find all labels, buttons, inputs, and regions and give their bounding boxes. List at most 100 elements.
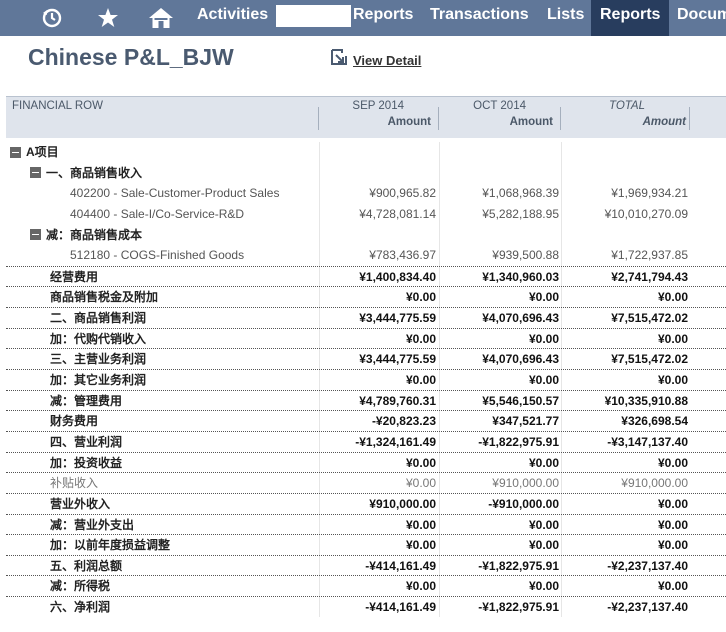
row-label-text: 一、商品销售收入 xyxy=(46,165,143,180)
row-label[interactable]: A项目 xyxy=(10,142,59,162)
row-label-text: 五、利润总额 xyxy=(50,558,123,573)
report-row: 加：投资收益 ¥0.00 ¥0.00 ¥0.00 xyxy=(6,451,726,473)
row-label-text: 减：所得税 xyxy=(50,579,111,594)
amount-total: ¥0.00 xyxy=(657,455,688,470)
view-detail-text[interactable]: View Detail xyxy=(353,53,421,68)
recent-icon[interactable] xyxy=(40,0,64,36)
home-icon[interactable] xyxy=(148,0,174,36)
nav-documents[interactable]: Docum xyxy=(677,0,726,36)
col-financial-row[interactable]: FINANCIAL ROW xyxy=(6,97,319,139)
col-financial-row-label: FINANCIAL ROW xyxy=(12,100,103,112)
row-label-text: 加：投资收益 xyxy=(50,455,123,470)
report-row: 减：所得税 ¥0.00 ¥0.00 ¥0.00 xyxy=(6,575,726,596)
report-row: 四、营业利润 -¥1,324,161.49 -¥1,822,975.91 -¥3,14… xyxy=(6,430,726,452)
amount-sep: ¥3,444,775.59 xyxy=(359,311,436,326)
amount-oct: ¥0.00 xyxy=(528,373,559,388)
amount-oct: ¥1,340,960.03 xyxy=(482,269,559,284)
amount-oct: ¥0.00 xyxy=(528,517,559,532)
report-row: 512180 - COGS-Finished Goods ¥783,436.97 ¥… xyxy=(6,245,726,266)
row-label-text: 补贴收入 xyxy=(50,476,99,491)
row-label-text: 减：营业外支出 xyxy=(50,517,135,532)
nav-reports-active[interactable]: Reports xyxy=(591,0,670,36)
col-total[interactable]: TOTAL Amount xyxy=(561,97,690,139)
collapse-icon[interactable] xyxy=(30,167,41,179)
amount-total: -¥2,237,137.40 xyxy=(607,558,688,573)
amount-oct: -¥1,822,975.91 xyxy=(478,558,559,573)
report-row: 减：管理费用 ¥4,789,760.31 ¥5,546,150.57 ¥10,335,… xyxy=(6,389,726,411)
collapse-icon[interactable] xyxy=(10,146,21,158)
report-row: 一、商品销售收入 xyxy=(6,163,726,184)
row-label: 加：投资收益 xyxy=(50,453,122,473)
amount-total: ¥1,969,934.21 xyxy=(611,186,688,201)
row-label[interactable]: 一、商品销售收入 xyxy=(30,163,142,183)
row-label: 经营费用 xyxy=(50,267,98,287)
amount-total: ¥0.00 xyxy=(657,517,688,532)
amount-oct: ¥4,070,696.43 xyxy=(482,352,559,367)
report-row: 减：营业外支出 ¥0.00 ¥0.00 ¥0.00 xyxy=(6,513,726,535)
report-header: FINANCIAL ROW SEP 2014 Amount OCT 2014 A… xyxy=(6,96,726,138)
report-row: 补贴收入 ¥0.00 ¥910,000.00 ¥910,000.00 xyxy=(6,472,726,493)
amount-sep: ¥0.00 xyxy=(405,579,436,594)
amount-sep: ¥783,436.97 xyxy=(369,248,436,263)
amount-sep: ¥0.00 xyxy=(405,331,436,346)
row-label-text: A项目 xyxy=(26,145,59,159)
row-label: 402200 - Sale-Customer-Product Sales xyxy=(70,183,279,203)
nav-transactions[interactable]: Transactions xyxy=(430,0,529,36)
row-label-text: 营业外收入 xyxy=(50,496,111,511)
row-label-text: 加：其它业务利润 xyxy=(50,373,147,388)
nav-lists[interactable]: Lists xyxy=(547,0,584,36)
amount-total: ¥0.00 xyxy=(657,290,688,305)
row-label: 减：管理费用 xyxy=(50,391,122,411)
row-label-text: 404400 - Sale-I/Co-Service-R&D xyxy=(70,206,245,221)
star-icon[interactable] xyxy=(96,0,120,36)
row-label: 二、商品销售利润 xyxy=(50,308,146,328)
amount-oct: ¥0.00 xyxy=(528,331,559,346)
nav-activities[interactable]: Activities xyxy=(197,0,268,36)
amount-sep: ¥0.00 xyxy=(405,476,436,491)
view-detail-link[interactable]: View Detail xyxy=(330,49,421,71)
row-label: 加：代购代销收入 xyxy=(50,329,146,349)
report-row: 加：代购代销收入 ¥0.00 ¥0.00 ¥0.00 xyxy=(6,327,726,349)
amount-oct: ¥0.00 xyxy=(528,290,559,305)
report-row: A项目 xyxy=(6,142,726,163)
row-label-text: 402200 - Sale-Customer-Product Sales xyxy=(70,186,280,201)
external-link-icon xyxy=(330,49,347,71)
amount-oct: ¥1,068,968.39 xyxy=(482,186,559,201)
amount-sep: -¥20,823.23 xyxy=(371,414,436,429)
row-label[interactable]: 减：商品销售成本 xyxy=(30,225,142,245)
row-label-text: 商品销售税金及附加 xyxy=(50,290,159,305)
col-sep-2014-label: SEP 2014 xyxy=(352,100,404,112)
top-nav: Activities Reports Transactions Lists Re… xyxy=(0,0,726,36)
amount-total: -¥3,147,137.40 xyxy=(607,434,688,449)
amount-total: ¥910,000.00 xyxy=(621,476,688,491)
report-rows: A项目一、商品销售收入 402200 - Sale-Customer-Produc… xyxy=(6,142,726,617)
collapse-icon[interactable] xyxy=(30,229,41,241)
col-oct-2014-label: OCT 2014 xyxy=(473,100,526,112)
row-label: 加：其它业务利润 xyxy=(50,370,146,390)
report-row: 五、利润总额 -¥414,161.49 -¥1,822,975.91 -¥2,237,… xyxy=(6,554,726,576)
row-label-text: 减：商品销售成本 xyxy=(46,227,143,242)
nav-redacted-item xyxy=(276,5,351,27)
row-label: 营业外收入 xyxy=(50,494,110,514)
amount-oct: -¥1,822,975.91 xyxy=(478,434,559,449)
amount-oct: ¥4,070,696.43 xyxy=(482,311,559,326)
amount-sep: ¥0.00 xyxy=(405,455,436,470)
amount-total: ¥1,722,937.85 xyxy=(611,248,688,263)
amount-oct: ¥910,000.00 xyxy=(492,476,559,491)
row-label: 三、主营业务利润 xyxy=(50,349,146,369)
row-label-text: 六、净利润 xyxy=(50,600,111,615)
col-oct-2014[interactable]: OCT 2014 Amount xyxy=(439,97,561,139)
report-row: 六、净利润 -¥414,161.49 -¥1,822,975.91 -¥2,237,1… xyxy=(6,596,726,617)
report-row: 402200 - Sale-Customer-Product Sales ¥900… xyxy=(6,183,726,204)
amount-sep: ¥3,444,775.59 xyxy=(359,352,436,367)
amount-oct: ¥0.00 xyxy=(528,538,559,553)
amount-oct: ¥5,546,150.57 xyxy=(482,393,559,408)
report-row: 加：以前年度损益调整 ¥0.00 ¥0.00 ¥0.00 xyxy=(6,534,726,555)
row-label: 512180 - COGS-Finished Goods xyxy=(70,245,244,265)
col-sep-2014[interactable]: SEP 2014 Amount xyxy=(319,97,439,139)
amount-total: ¥0.00 xyxy=(657,579,688,594)
amount-total: -¥2,237,137.40 xyxy=(607,600,688,615)
amount-sep: ¥900,965.82 xyxy=(369,186,436,201)
report-row: 经营费用 ¥1,400,834.40 ¥1,340,960.03 ¥2,741,794… xyxy=(6,265,726,287)
nav-reports-1[interactable]: Reports xyxy=(353,0,413,36)
